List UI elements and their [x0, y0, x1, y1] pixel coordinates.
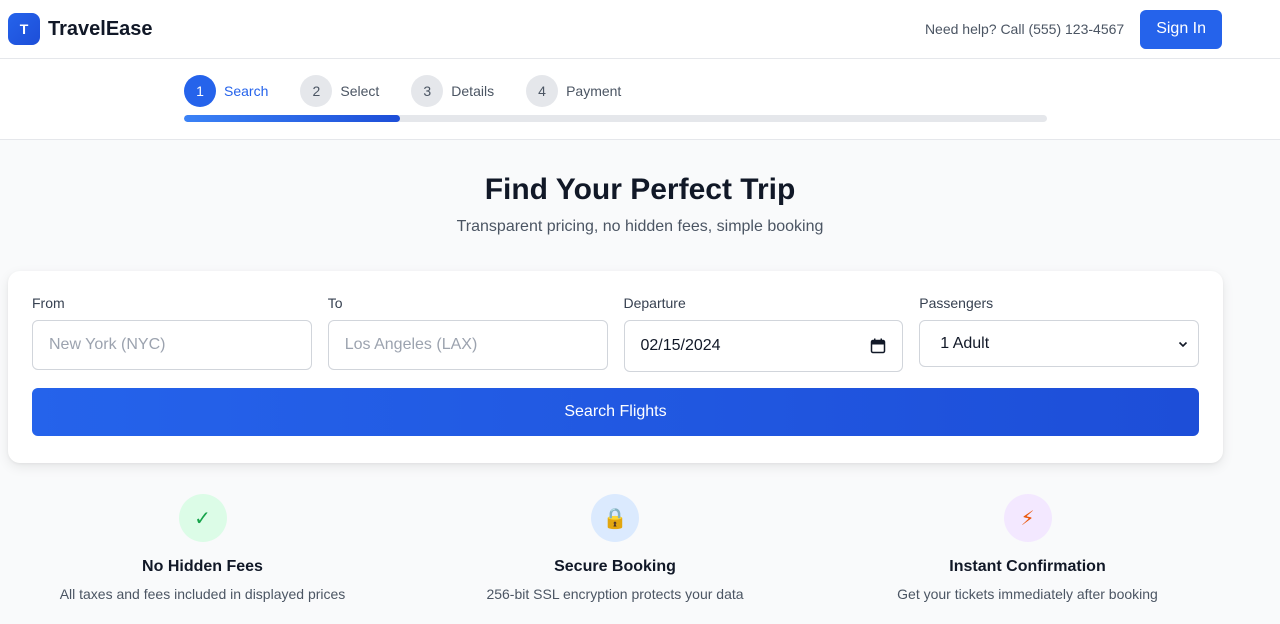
booking-progress: 1 Search 2 Select 3 Details 4 Payment [0, 59, 1280, 140]
passengers-value: 1 Adult [940, 334, 990, 352]
step-label: Payment [566, 83, 622, 99]
to-label: To [327, 295, 343, 311]
check-icon: ✓ [178, 494, 227, 542]
calendar-icon[interactable] [870, 338, 886, 354]
feature-secure-booking: 🔒 Secure Booking 256-bit SSL encryption … [453, 494, 778, 602]
help-phone-text: Need help? Call (555) 123-4567 [924, 21, 1125, 37]
step-payment[interactable]: 4 Payment [526, 75, 621, 107]
search-fields: From New York (NYC) To Los Angeles (LAX)… [32, 295, 1199, 372]
lightning-icon: ⚡ [1003, 494, 1052, 542]
passengers-field: Passengers 1 Adult [919, 295, 1199, 372]
step-select[interactable]: 2 Select [300, 75, 379, 107]
step-label: Select [340, 83, 380, 99]
passengers-label: Passengers [919, 295, 994, 311]
progress-bar-track [184, 115, 1047, 122]
feature-no-hidden-fees: ✓ No Hidden Fees All taxes and fees incl… [40, 494, 365, 602]
to-input[interactable]: Los Angeles (LAX) [327, 320, 608, 370]
brand-logo: T [8, 13, 40, 45]
hero-section: Find Your Perfect Trip Transparent prici… [0, 140, 1280, 236]
step-search[interactable]: 1 Search [184, 75, 268, 107]
feature-title: Instant Confirmation [949, 558, 1106, 575]
brand-name: TravelEase [48, 17, 153, 40]
step-label: Search [224, 83, 269, 99]
step-details[interactable]: 3 Details [411, 75, 494, 107]
feature-title: No Hidden Fees [142, 558, 263, 575]
brand[interactable]: T TravelEase [8, 13, 153, 45]
from-input[interactable]: New York (NYC) [32, 320, 312, 370]
from-field: From New York (NYC) [32, 295, 312, 372]
feature-title: Secure Booking [554, 558, 676, 575]
search-flights-button[interactable]: Search Flights [32, 388, 1199, 436]
step-number: 2 [300, 75, 333, 107]
departure-date-value: 02/15/2024 [640, 337, 721, 354]
top-navigation-bar: T TravelEase Need help? Call (555) 123-4… [0, 0, 1280, 59]
departure-field: Departure 02/15/2024 [623, 295, 904, 372]
departure-date-input[interactable]: 02/15/2024 [623, 320, 904, 372]
departure-label: Departure [623, 295, 686, 311]
feature-description: Get your tickets immediately after booki… [897, 586, 1158, 602]
feature-description: All taxes and fees included in displayed… [59, 586, 346, 602]
step-number: 4 [526, 75, 559, 107]
page-title: Find Your Perfect Trip [484, 173, 796, 206]
step-label: Details [451, 83, 495, 99]
feature-highlights: ✓ No Hidden Fees All taxes and fees incl… [0, 494, 1230, 602]
passengers-select[interactable]: 1 Adult [919, 320, 1199, 367]
header-actions: Need help? Call (555) 123-4567 Sign In [924, 9, 1222, 49]
step-number: 3 [411, 75, 444, 107]
from-label: From [32, 295, 65, 311]
progress-steps: 1 Search 2 Select 3 Details 4 Payment [184, 75, 1280, 107]
to-field: To Los Angeles (LAX) [327, 295, 608, 372]
lock-icon: 🔒 [591, 494, 639, 542]
step-number: 1 [184, 75, 216, 107]
feature-description: 256-bit SSL encryption protects your dat… [486, 586, 744, 602]
sign-in-button[interactable]: Sign In [1140, 9, 1222, 49]
feature-instant-confirmation: ⚡ Instant Confirmation Get your tickets … [865, 494, 1190, 602]
chevron-down-icon [1178, 341, 1188, 347]
page-subtitle: Transparent pricing, no hidden fees, sim… [456, 218, 824, 235]
progress-bar-fill [184, 115, 400, 122]
flight-search-card: From New York (NYC) To Los Angeles (LAX)… [8, 271, 1223, 463]
